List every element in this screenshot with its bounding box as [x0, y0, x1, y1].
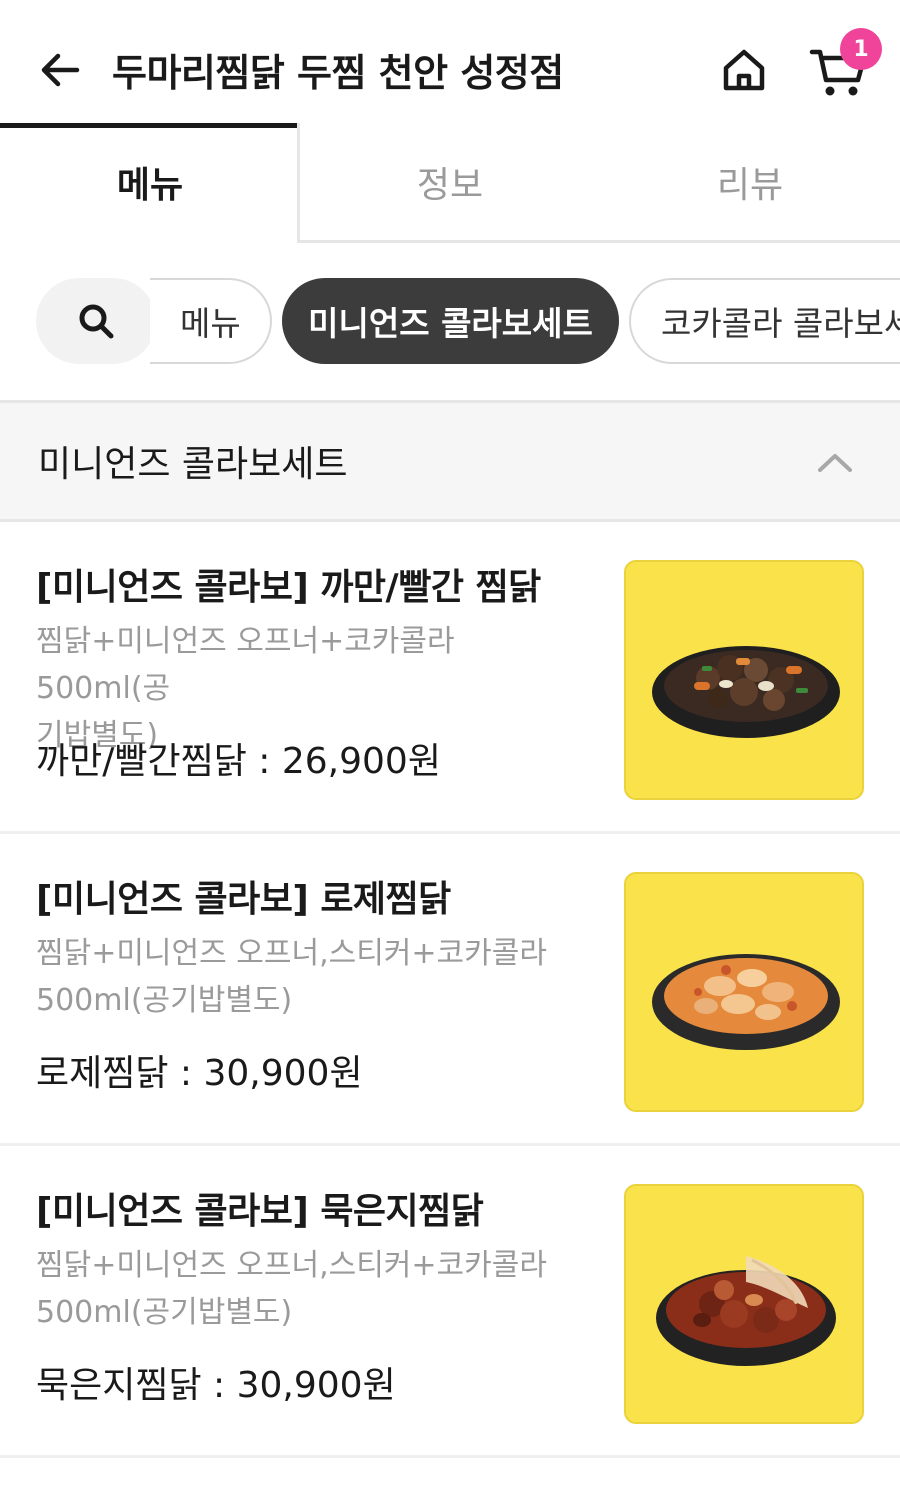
- menu-item-description: 찜닭+미니언즈 오프너,스티커+코카콜라 500ml(공기밥별도): [36, 930, 596, 1024]
- section-header[interactable]: 미니언즈 콜라보세트: [0, 400, 900, 522]
- home-icon: [723, 49, 765, 91]
- menu-item-name: [미니언즈 콜라보] 묵은지찜닭: [36, 1191, 484, 1232]
- menu-item-description-line: 찜닭+미니언즈 오프너,스티커+코카콜라: [36, 936, 547, 971]
- back-button[interactable]: [30, 40, 90, 100]
- search-icon: [79, 304, 114, 339]
- menu-item-description-line: 500ml(공기밥별도): [36, 1295, 293, 1330]
- tab-reviews[interactable]: 리뷰: [600, 123, 900, 241]
- menu-item-price: 묵은지찜닭 : 30,900원: [36, 1365, 396, 1406]
- menu-item-description-line: 찜닭+미니언즈 오프너+코카콜라 500ml(공: [36, 624, 455, 706]
- arrow-left-icon: [41, 53, 80, 87]
- cart-count-badge: 1: [840, 28, 882, 70]
- menu-item-price: 까만/빨간찜닭 : 26,900원: [36, 741, 441, 782]
- chip-minions-collab-set[interactable]: 미니언즈 콜라보세트: [282, 278, 619, 364]
- menu-item[interactable]: [미니언즈 콜라보] 묵은지찜닭 찜닭+미니언즈 오프너,스티커+코카콜라 50…: [0, 1146, 900, 1458]
- rose-jjimdak-dish-image: [624, 872, 864, 1112]
- menu-item-description: 찜닭+미니언즈 오프너,스티커+코카콜라 500ml(공기밥별도): [36, 1242, 596, 1336]
- section-title: 미니언즈 콜라보세트: [38, 444, 348, 485]
- store-tabs: 메뉴 정보 리뷰: [0, 123, 900, 243]
- menu-item[interactable]: [미니언즈 콜라보] 까만/빨간 찜닭 찜닭+미니언즈 오프너+코카콜라 500…: [0, 522, 900, 834]
- menu-item-name: [미니언즈 콜라보] 로제찜닭: [36, 879, 451, 920]
- home-button[interactable]: [714, 40, 774, 100]
- chevron-up-icon: [818, 454, 852, 472]
- category-chip-bar[interactable]: 메뉴 미니언즈 콜라보세트 코카콜라 콜라보세트: [0, 270, 900, 375]
- dark-jjimdak-dish-image: [624, 560, 864, 800]
- menu-item-price: 로제찜닭 : 30,900원: [36, 1053, 363, 1094]
- menu-search-button[interactable]: [36, 278, 156, 364]
- chip-menu[interactable]: 메뉴: [150, 278, 272, 364]
- tab-menu[interactable]: 메뉴: [0, 123, 300, 241]
- menu-item-name: [미니언즈 콜라보] 까만/빨간 찜닭: [36, 567, 541, 608]
- menu-item[interactable]: [미니언즈 콜라보] 로제찜닭 찜닭+미니언즈 오프너,스티커+코카콜라 500…: [0, 834, 900, 1146]
- top-app-bar: 두마리찜닭 두찜 천안 성정점 1: [0, 0, 900, 125]
- store-title: 두마리찜닭 두찜 천안 성정점: [112, 51, 564, 95]
- chip-cocacola-collab-set[interactable]: 코카콜라 콜라보세트: [629, 278, 900, 364]
- menu-item-description-line: 찜닭+미니언즈 오프너,스티커+코카콜라: [36, 1248, 547, 1283]
- kimchi-jjimdak-dish-image: [624, 1184, 864, 1424]
- menu-item-description-line: 500ml(공기밥별도): [36, 983, 293, 1018]
- collapse-section-button[interactable]: [812, 439, 858, 485]
- tab-info[interactable]: 정보: [300, 123, 600, 241]
